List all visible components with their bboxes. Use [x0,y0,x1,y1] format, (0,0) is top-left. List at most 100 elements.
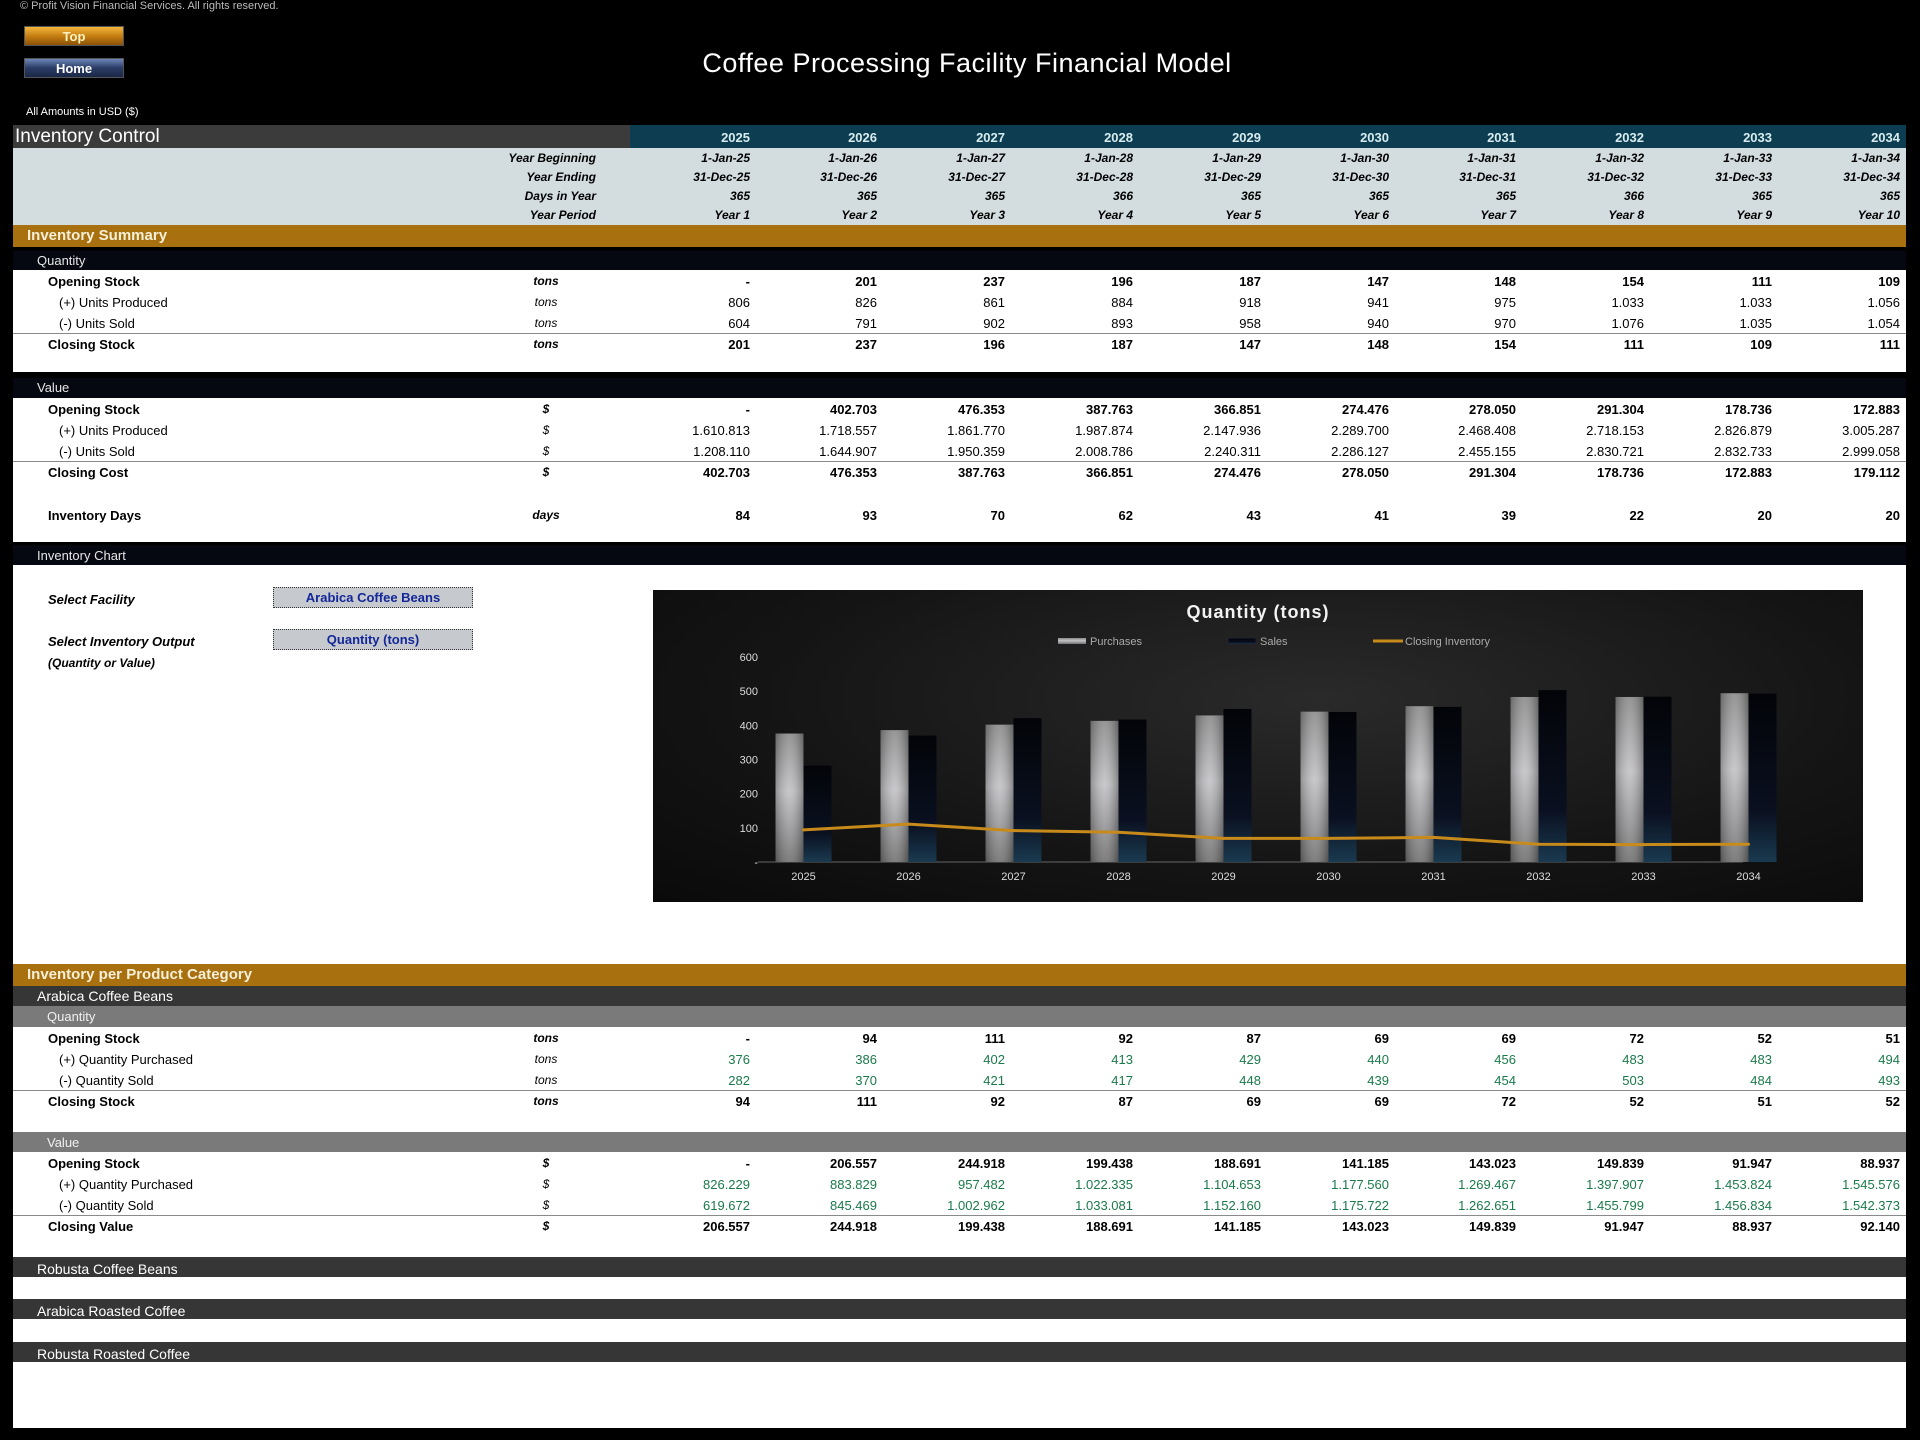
select-facility-dropdown[interactable]: Arabica Coffee Beans [273,587,473,608]
cell-2029: 147 [1239,337,1261,352]
table-row: Closing Stock tons 201 237 196 187 147 148 154 11… [13,333,1906,355]
cell-2029: 69 [1246,1094,1261,1109]
table-row: (+) Quantity Purchased tons 376 386 402 413 42… [13,1049,1906,1070]
cell-2032: 52 [1629,1094,1644,1109]
year-header-2030: 2030 [1360,130,1389,145]
cell-2031: 148 [1494,274,1516,289]
bar-sales-2034 [1748,693,1777,862]
cell-2027: 237 [983,274,1005,289]
currency-note: All Amounts in USD ($) [26,106,139,118]
cell-2027: 957.482 [958,1177,1005,1192]
cell-2026: 244.918 [830,1219,877,1234]
cell-2033: 1.033 [1739,295,1772,310]
x-tick-label: 2034 [1736,871,1760,883]
cell-2028: 1.033.081 [1075,1198,1133,1213]
cell-2031: 975 [1494,295,1516,310]
cell-2032: 2.718.153 [1586,423,1644,438]
header-row-value: 365 [1495,189,1516,203]
row-label: (-) Units Sold [59,444,135,459]
header-row-value: 1-Jan-26 [828,151,877,165]
cell-2026: 93 [862,508,877,523]
bar-purchases-shade-2029 [1195,715,1224,862]
bar-sales-2033 [1643,696,1672,862]
cell-2027: 1.002.962 [947,1198,1005,1213]
header-row-value: 366 [1112,189,1133,203]
bar-purchases-shade-2026 [880,730,909,862]
cell-2030: 1.177.560 [1331,1177,1389,1192]
cell-2033: 178.736 [1725,402,1772,417]
cell-2026: 1.644.907 [819,444,877,459]
x-tick-label: 2031 [1421,871,1445,883]
cell-2030: 41 [1374,508,1389,523]
cell-2026: 94 [862,1031,877,1046]
y-tick-label: - [754,857,758,869]
cell-2033: 1.456.834 [1714,1198,1772,1213]
category-header-robusta-roasted-coffee[interactable]: Robusta Roasted Coffee [13,1342,1906,1362]
bar-purchases-shade-2025 [775,733,804,862]
cell-2034: 1.054 [1867,316,1900,331]
cell-2029: 87 [1246,1031,1261,1046]
header-row-value: 365 [984,189,1005,203]
cell-2029: 958 [1239,316,1261,331]
cell-2034: 1.056 [1867,295,1900,310]
table-row: (-) Quantity Sold tons 282 370 421 417 448 439 4… [13,1070,1906,1091]
cell-2025: 84 [735,508,750,523]
header-row-value: 31-Dec-26 [820,170,877,184]
cell-2033: 1.453.824 [1714,1177,1772,1192]
cell-2031: 970 [1494,316,1516,331]
cell-2031: 72 [1501,1094,1516,1109]
cell-2032: 1.076 [1611,316,1644,331]
chart-bars [775,690,1777,862]
header-row-label: Year Beginning [508,151,596,165]
row-label: (+) Units Produced [59,423,168,438]
category-header-arabica-roasted-coffee[interactable]: Arabica Roasted Coffee [13,1299,1906,1319]
product-category-header: Inventory per Product Category [13,964,1906,986]
select-output-dropdown[interactable]: Quantity (tons) [273,629,473,650]
cell-2032: 72 [1629,1031,1644,1046]
header-row-value: Year 3 [969,208,1005,222]
closing-inventory-line-group [802,822,1750,847]
header-row-value: Year 6 [1353,208,1389,222]
year-header-2032: 2032 [1615,130,1644,145]
x-axis: 2025 2026 2027 2028 2029 2030 2031 2032 2033 2034 [791,871,1760,883]
cell-2026: 883.829 [830,1177,877,1192]
table-row: Closing Stock tons 94 111 92 87 69 69 72 52 51 52 [13,1090,1906,1112]
top-button[interactable]: Top [24,26,124,46]
cell-2033: 51 [1757,1094,1772,1109]
cell-2025: 206.557 [703,1219,750,1234]
row-unit: $ [542,444,550,458]
cell-2028: 92 [1118,1031,1133,1046]
cell-2033: 484 [1750,1073,1772,1088]
year-header-2031: 2031 [1487,130,1516,145]
closing-inventory-point-2028 [1117,830,1120,834]
row-label: Inventory Days [48,508,142,523]
legend-label: Sales [1260,636,1288,648]
cell-2029: 141.185 [1214,1219,1261,1234]
cell-2034: 3.005.287 [1842,423,1900,438]
cell-2033: 91.947 [1732,1156,1772,1171]
closing-inventory-point-2034 [1747,842,1750,846]
cell-2026: 386 [855,1052,877,1067]
bar-sales-2026 [908,735,937,862]
row-unit: tons [534,1052,558,1066]
row-unit: tons [533,1094,559,1108]
cell-2027: 387.763 [958,465,1005,480]
cell-2032: 91.947 [1604,1219,1644,1234]
cell-2026: 206.557 [830,1156,877,1171]
cell-2033: 2.832.733 [1714,444,1772,459]
cell-2033: 2.826.879 [1714,423,1772,438]
table-row: (+) Units Produced $1.610.813 1.718.557 1.8… [13,420,1906,441]
table-row: (-) Units Sold $1.208.110 1.644.907 1.950.3… [13,441,1906,462]
header-row-value: 31-Dec-34 [1843,170,1900,184]
category-header-robusta-coffee-beans[interactable]: Robusta Coffee Beans [13,1257,1906,1277]
bar-purchases-shade-2034 [1720,693,1749,862]
select-output-hint: (Quantity or Value) [48,656,155,670]
cell-2030: 439 [1367,1073,1389,1088]
cell-2027: 402 [983,1052,1005,1067]
cell-2034: 109 [1878,274,1900,289]
inventory-summary-header: Inventory Summary [13,225,1906,247]
header-row-value: 31-Dec-30 [1332,170,1389,184]
cell-2027: 111 [984,1031,1005,1046]
cell-2026: 402.703 [830,402,877,417]
value-subheader: Value [13,378,1906,398]
